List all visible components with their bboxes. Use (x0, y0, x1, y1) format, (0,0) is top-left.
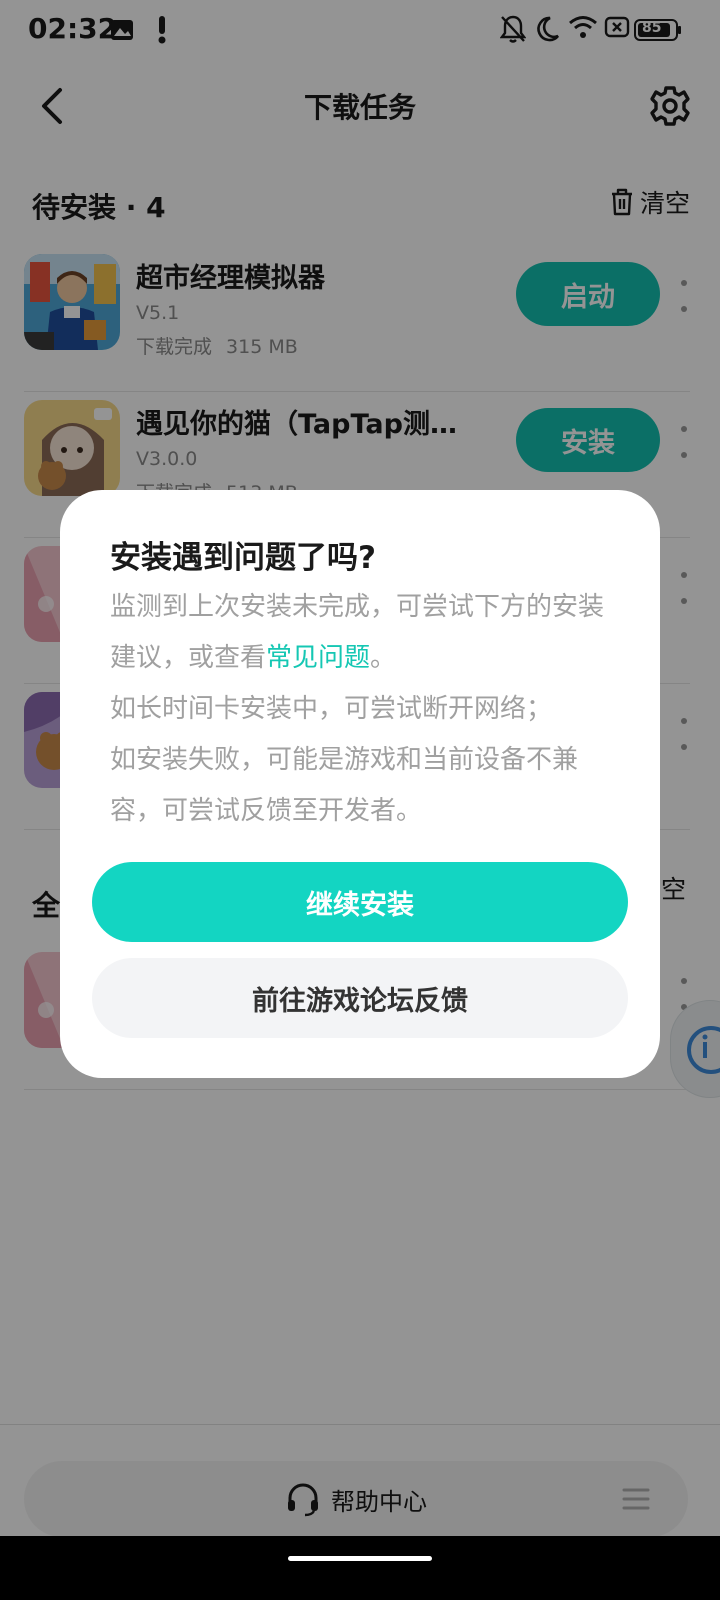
system-navigation-bar (0, 1536, 720, 1600)
dialog-title: 安装遇到问题了吗? (110, 540, 376, 576)
dialog-paragraph-2: 如长时间卡安装中，可尝试断开网络； (110, 694, 553, 724)
dialog-paragraph-3: 如安装失败，可能是游戏和当前设备不兼容，可尝试反馈至开发者。 (110, 745, 579, 826)
continue-install-button[interactable]: 继续安装 (92, 862, 628, 942)
forum-feedback-button[interactable]: 前往游戏论坛反馈 (92, 958, 628, 1038)
faq-link[interactable]: 常见问题 (266, 643, 370, 673)
install-problem-dialog: 安装遇到问题了吗? 监测到上次安装未完成，可尝试下方的安装建议，或查看常见问题。… (60, 490, 660, 1078)
dialog-body: 监测到上次安装未完成，可尝试下方的安装建议，或查看常见问题。 如长时间卡安装中，… (110, 582, 620, 837)
dialog-paragraph-1: 监测到上次安装未完成，可尝试下方的安装建议，或查看常见问题。 (110, 582, 620, 684)
home-gesture-handle[interactable] (288, 1556, 432, 1561)
body-text-suffix: 。 (370, 643, 397, 673)
